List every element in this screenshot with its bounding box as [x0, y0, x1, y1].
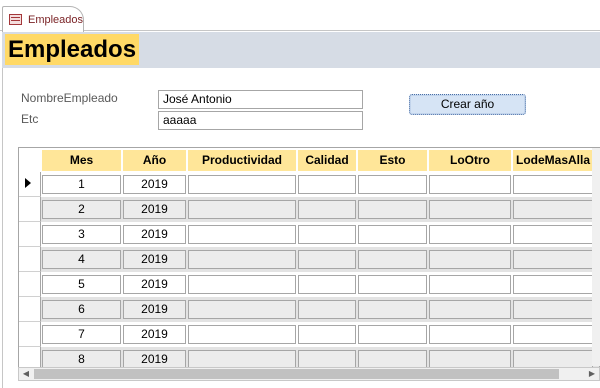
productividad-cell[interactable]	[188, 175, 296, 194]
lootro-cell[interactable]	[429, 175, 511, 194]
lootro-cell[interactable]	[429, 200, 511, 219]
esto-cell[interactable]	[358, 300, 427, 319]
record-selector[interactable]	[19, 322, 41, 347]
column-header-row: Mes Año Productividad Calidad Esto LoOtr…	[19, 148, 599, 171]
scroll-left-icon[interactable]: ◀	[19, 368, 33, 380]
lodemasalla-cell[interactable]	[513, 175, 593, 194]
column-header-productividad[interactable]: Productividad	[188, 150, 296, 171]
productividad-cell[interactable]	[188, 300, 296, 319]
esto-cell[interactable]	[358, 275, 427, 294]
record-selector[interactable]	[19, 272, 41, 297]
lodemasalla-cell[interactable]	[513, 250, 593, 269]
etc-field[interactable]: aaaaa	[158, 111, 363, 130]
productividad-cell[interactable]	[188, 225, 296, 244]
lootro-cell[interactable]	[429, 225, 511, 244]
table-row: 2 2019	[19, 197, 599, 222]
form-header: Empleados	[2, 32, 600, 68]
mes-cell[interactable]: 2	[42, 200, 121, 219]
horizontal-scrollbar[interactable]: ◀ ▶	[18, 367, 600, 381]
tab-empleados[interactable]: Empleados	[2, 6, 84, 32]
productividad-cell[interactable]	[188, 250, 296, 269]
esto-cell[interactable]	[358, 325, 427, 344]
calidad-cell[interactable]	[298, 325, 356, 344]
column-header-mes[interactable]: Mes	[42, 150, 121, 171]
lodemasalla-cell[interactable]	[513, 200, 593, 219]
table-row: 1 2019	[19, 172, 599, 197]
vertical-scrollbar[interactable]	[592, 148, 600, 366]
nombre-empleado-label: NombreEmpleado	[21, 91, 118, 105]
mes-cell[interactable]: 5	[42, 275, 121, 294]
table-row: 5 2019	[19, 272, 599, 297]
mes-cell[interactable]: 6	[42, 300, 121, 319]
record-selector[interactable]	[19, 297, 41, 322]
anio-cell[interactable]: 2019	[123, 325, 186, 344]
record-selector[interactable]	[19, 172, 41, 197]
tab-label: Empleados	[28, 14, 84, 26]
esto-cell[interactable]	[358, 175, 427, 194]
lodemasalla-cell[interactable]	[513, 300, 593, 319]
column-header-lodemasalla[interactable]: LodeMasAlla	[513, 150, 593, 171]
calidad-cell[interactable]	[298, 175, 356, 194]
column-header-lootro[interactable]: LoOtro	[429, 150, 511, 171]
calidad-cell[interactable]	[298, 250, 356, 269]
lootro-cell[interactable]	[429, 300, 511, 319]
record-selector-arrow-icon	[25, 178, 31, 188]
esto-cell[interactable]	[358, 200, 427, 219]
record-selector[interactable]	[19, 222, 41, 247]
mes-cell[interactable]: 4	[42, 250, 121, 269]
esto-cell[interactable]	[358, 250, 427, 269]
productividad-cell[interactable]	[188, 325, 296, 344]
lootro-cell[interactable]	[429, 250, 511, 269]
lodemasalla-cell[interactable]	[513, 225, 593, 244]
form-title: Empleados	[5, 34, 140, 65]
column-header-calidad[interactable]: Calidad	[298, 150, 356, 171]
form-icon	[9, 14, 22, 25]
anio-cell[interactable]: 2019	[123, 275, 186, 294]
mes-cell[interactable]: 3	[42, 225, 121, 244]
column-header-esto[interactable]: Esto	[358, 150, 427, 171]
lootro-cell[interactable]	[429, 325, 511, 344]
anio-cell[interactable]: 2019	[123, 300, 186, 319]
document-tab-strip: Empleados	[0, 0, 600, 32]
etc-label: Etc	[21, 112, 39, 126]
lodemasalla-cell[interactable]	[513, 325, 593, 344]
calidad-cell[interactable]	[298, 275, 356, 294]
table-row: 4 2019	[19, 247, 599, 272]
nombre-empleado-field[interactable]: José Antonio	[158, 90, 363, 109]
column-header-anio[interactable]: Año	[123, 150, 186, 171]
calidad-cell[interactable]	[298, 225, 356, 244]
esto-cell[interactable]	[358, 225, 427, 244]
scroll-right-icon[interactable]: ▶	[585, 368, 599, 380]
lodemasalla-cell[interactable]	[513, 275, 593, 294]
calidad-cell[interactable]	[298, 200, 356, 219]
lootro-cell[interactable]	[429, 275, 511, 294]
scroll-thumb[interactable]	[34, 369, 559, 379]
table-row: 7 2019	[19, 322, 599, 347]
subform-datasheet: Mes Año Productividad Calidad Esto LoOtr…	[18, 147, 600, 379]
calidad-cell[interactable]	[298, 300, 356, 319]
mes-cell[interactable]: 7	[42, 325, 121, 344]
table-row: 3 2019	[19, 222, 599, 247]
record-selector[interactable]	[19, 247, 41, 272]
mes-cell[interactable]: 1	[42, 175, 121, 194]
record-selector[interactable]	[19, 197, 41, 222]
anio-cell[interactable]: 2019	[123, 225, 186, 244]
anio-cell[interactable]: 2019	[123, 250, 186, 269]
table-row: 6 2019	[19, 297, 599, 322]
productividad-cell[interactable]	[188, 275, 296, 294]
crear-anio-button[interactable]: Crear año	[409, 94, 526, 115]
select-all-corner[interactable]	[19, 148, 41, 171]
anio-cell[interactable]: 2019	[123, 200, 186, 219]
anio-cell[interactable]: 2019	[123, 175, 186, 194]
productividad-cell[interactable]	[188, 200, 296, 219]
